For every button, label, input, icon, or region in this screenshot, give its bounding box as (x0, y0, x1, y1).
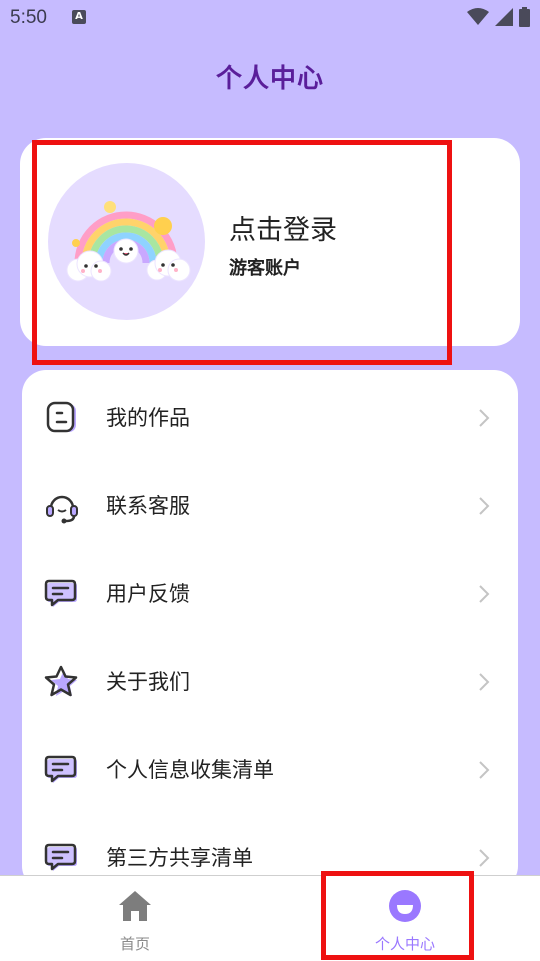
chevron-right-icon (479, 409, 490, 427)
tab-home[interactable]: 首页 (0, 876, 270, 961)
menu-item-about-us[interactable]: 关于我们 (22, 638, 518, 726)
tab-home-label: 首页 (119, 935, 150, 953)
menu-item-label: 联系客服 (106, 494, 190, 518)
wifi-icon (467, 8, 489, 25)
status-bar: 5:50 A (0, 0, 540, 36)
battery-icon (519, 7, 530, 27)
login-button[interactable]: 点击登录 (229, 208, 337, 247)
menu-list: 我的作品 联系客服 用户反馈 关于我们 个人信息收集清单 第三方共享清单 (22, 370, 518, 890)
chat-icon (44, 843, 77, 871)
tab-profile-label: 个人中心 (374, 935, 435, 953)
headset-icon (46, 495, 78, 524)
menu-item-label: 用户反馈 (106, 582, 190, 606)
menu-item-customer-service[interactable]: 联系客服 (22, 462, 518, 550)
document-icon (46, 401, 76, 433)
notification-a-icon: A (72, 10, 86, 24)
menu-item-personal-info-list[interactable]: 个人信息收集清单 (22, 726, 518, 814)
menu-item-label: 我的作品 (106, 406, 190, 430)
chevron-right-icon (479, 761, 490, 779)
profile-card[interactable]: 点击登录 游客账户 (20, 138, 520, 346)
account-type-label: 游客账户 (229, 258, 301, 279)
menu-item-label: 关于我们 (106, 670, 190, 694)
menu-item-label: 第三方共享清单 (106, 846, 253, 870)
chevron-right-icon (479, 497, 490, 515)
smiley-icon (389, 890, 421, 922)
menu-item-my-works[interactable]: 我的作品 (22, 374, 518, 462)
status-icons (467, 7, 530, 27)
avatar[interactable] (48, 163, 205, 320)
chevron-right-icon (479, 673, 490, 691)
bottom-tab-bar: 首页 个人中心 (0, 875, 540, 961)
page-title: 个人中心 (215, 64, 324, 94)
chat-icon (44, 579, 77, 607)
tab-profile[interactable]: 个人中心 (270, 876, 540, 961)
home-icon (119, 891, 151, 921)
status-time: 5:50 (10, 7, 47, 28)
menu-item-label: 个人信息收集清单 (106, 758, 274, 782)
chevron-right-icon (479, 849, 490, 867)
menu-item-feedback[interactable]: 用户反馈 (22, 550, 518, 638)
chevron-right-icon (479, 585, 490, 603)
star-icon (44, 665, 78, 697)
cellular-signal-icon (495, 8, 513, 26)
rainbow-avatar-icon (66, 201, 191, 282)
chat-icon (44, 755, 77, 783)
